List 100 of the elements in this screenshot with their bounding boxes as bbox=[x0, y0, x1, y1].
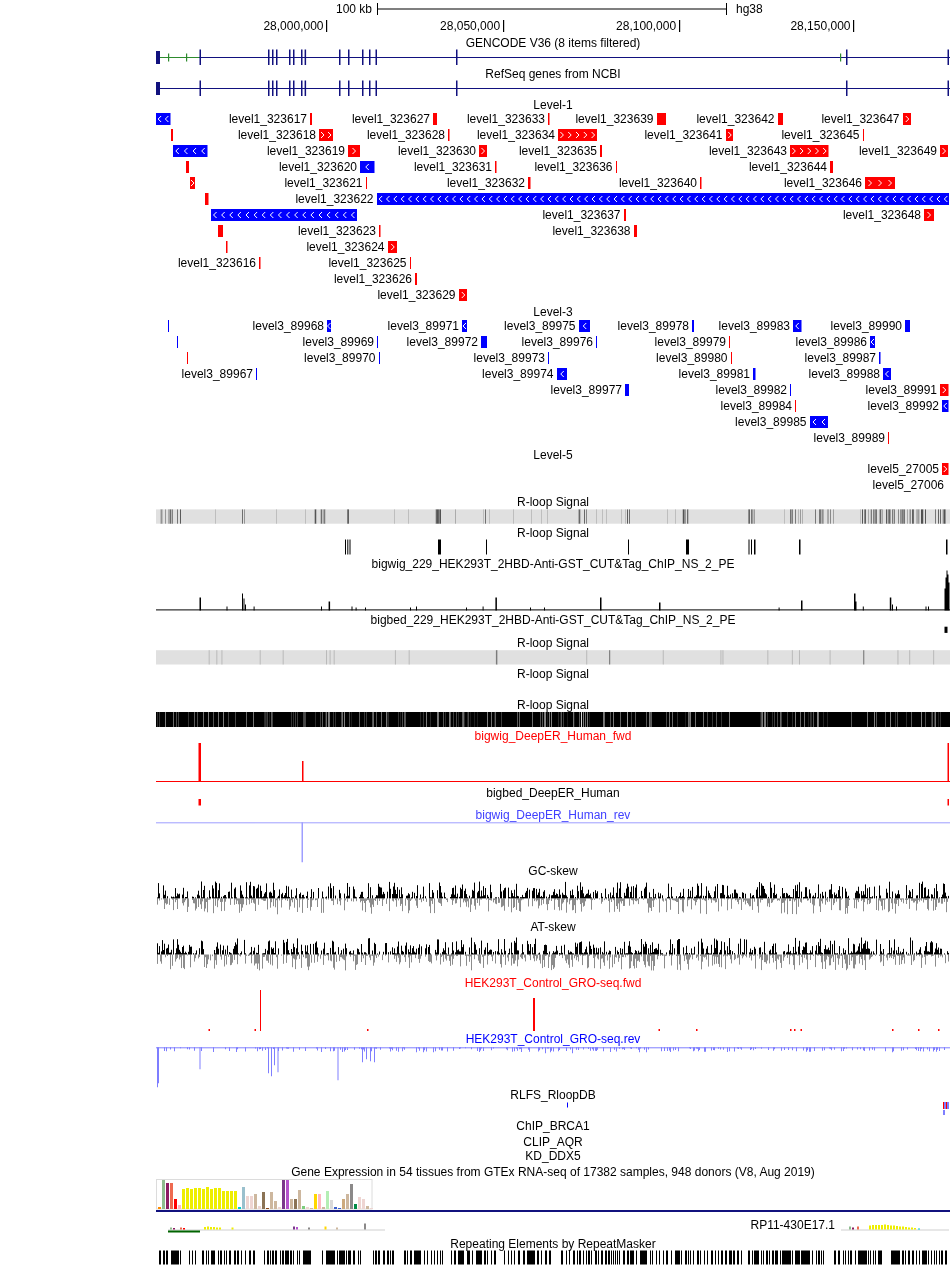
track-title: bigwig_DeepER_Human_fwd bbox=[474, 730, 632, 742]
track-title: bigwig_229_HEK293T_2HBD-Anti-GST_CUT&Tag_ChIP_NS_2_PE bbox=[371, 558, 735, 570]
ruler-tick-label: 28,000,000 bbox=[263, 19, 324, 32]
feature-mark bbox=[198, 799, 201, 806]
feature-label: level1_323639 bbox=[575, 111, 654, 127]
track-title: CLIP_AQR bbox=[523, 1136, 583, 1148]
feature-label: level1_323619 bbox=[266, 143, 345, 159]
feature-label: level3_89989 bbox=[813, 430, 885, 446]
feature-mark bbox=[567, 1102, 568, 1108]
track-title: HEK293T_Control_GRO-seq.fwd bbox=[464, 977, 642, 989]
gene-segment bbox=[168, 1230, 200, 1233]
ruler-tick bbox=[326, 19, 328, 32]
feature-label: level3_89976 bbox=[521, 334, 593, 350]
feature-label: level3_89988 bbox=[808, 366, 880, 382]
feature-label: level1_323630 bbox=[397, 143, 476, 159]
track-title: bigbed_DeepER_Human bbox=[486, 787, 620, 799]
feature-label: level3_89967 bbox=[181, 366, 253, 382]
feature-label: level3_89984 bbox=[720, 398, 792, 414]
feature-label: level1_323629 bbox=[377, 287, 456, 303]
track-title: KD_DDX5 bbox=[525, 1150, 581, 1162]
track-title: R-loop Signal bbox=[516, 637, 589, 649]
track-title: R-loop Signal bbox=[516, 699, 589, 711]
feature-label: level3_89981 bbox=[678, 366, 750, 382]
peak-mark bbox=[486, 539, 487, 555]
feature-label: level1_323631 bbox=[413, 159, 492, 175]
feature-label: level3_89971 bbox=[387, 318, 459, 334]
feature-label: level1_323648 bbox=[842, 207, 921, 223]
feature-label: level1_323625 bbox=[328, 255, 407, 271]
feature-label: level3_89982 bbox=[715, 382, 787, 398]
feature-mark bbox=[944, 626, 948, 633]
feature-label: level1_323637 bbox=[542, 207, 621, 223]
peak-mark bbox=[686, 539, 689, 555]
feature-label: level1_323644 bbox=[748, 159, 827, 175]
ruler-tick-label: 28,150,000 bbox=[790, 19, 851, 32]
track-title: RLFS_RloopDB bbox=[510, 1089, 596, 1101]
feature-label: level1_323618 bbox=[237, 127, 316, 143]
feature-label: level3_89991 bbox=[865, 382, 937, 398]
feature-label: level1_323633 bbox=[466, 111, 545, 127]
peak-mark bbox=[628, 539, 629, 555]
track-title: Gene Expression in 54 tissues from GTEx RNA-seq of 17382 samples, 948 donors (V8, Aug 2019) bbox=[291, 1166, 815, 1178]
feature-label: level1_323643 bbox=[708, 143, 787, 159]
feature-label: level1_323634 bbox=[476, 127, 555, 143]
feature-label: level1_323645 bbox=[781, 127, 860, 143]
feature-label: level3_89970 bbox=[304, 350, 376, 366]
track-title: Level-1 bbox=[533, 99, 573, 111]
track-title: R-loop Signal bbox=[516, 668, 589, 680]
peak-mark bbox=[946, 539, 948, 555]
track-title: ChIP_BRCA1 bbox=[516, 1120, 590, 1132]
feature-label: level3_89992 bbox=[867, 398, 939, 414]
track-title: R-loop Signal bbox=[516, 527, 589, 539]
ruler-tick-label: 28,100,000 bbox=[616, 19, 677, 32]
feature-label: level1_323647 bbox=[821, 111, 900, 127]
feature-label: level3_89986 bbox=[795, 334, 867, 350]
feature-label: level1_323622 bbox=[295, 191, 374, 207]
track-title: R-loop Signal bbox=[516, 496, 589, 508]
track-title: Level-5 bbox=[533, 449, 573, 461]
feature-label: level1_323640 bbox=[618, 175, 697, 191]
track-title: bigwig_DeepER_Human_rev bbox=[475, 809, 631, 821]
feature-label: level1_323649 bbox=[858, 143, 937, 159]
feature-label: level3_89972 bbox=[406, 334, 478, 350]
feature-label: level1_323617 bbox=[228, 111, 307, 127]
feature-label: level1_323626 bbox=[333, 271, 412, 287]
feature-label: level5_27006 bbox=[872, 477, 944, 493]
feature-label: level3_89990 bbox=[830, 318, 902, 334]
gene-label: RP11-430E17.1 bbox=[750, 1219, 835, 1231]
track-title: GC-skew bbox=[528, 865, 578, 877]
feature-label: level3_89980 bbox=[656, 350, 728, 366]
feature-label: level3_89973 bbox=[473, 350, 545, 366]
ruler-tick bbox=[503, 19, 505, 32]
feature-mark bbox=[947, 799, 949, 806]
feature-label: level3_89968 bbox=[252, 318, 324, 334]
feature-label: level1_323638 bbox=[552, 223, 631, 239]
track-title: RefSeq genes from NCBI bbox=[485, 68, 621, 80]
feature-label: level5_27005 bbox=[867, 461, 939, 477]
peak-mark bbox=[799, 539, 801, 555]
track-title: HEK293T_Control_GRO-seq.rev bbox=[465, 1033, 641, 1045]
track-title: Repeating Elements by RepeatMasker bbox=[450, 1238, 656, 1250]
feature-label: level3_89975 bbox=[504, 318, 576, 334]
feature-label: level1_323632 bbox=[446, 175, 525, 191]
assembly-label: hg38 bbox=[736, 3, 763, 15]
feature-label: level3_89987 bbox=[804, 350, 876, 366]
feature-label: level3_89985 bbox=[735, 414, 807, 430]
feature-label: level1_323646 bbox=[783, 175, 862, 191]
feature-label: level3_89978 bbox=[617, 318, 689, 334]
track-title: AT-skew bbox=[530, 921, 576, 933]
scale-label: 100 kb bbox=[335, 3, 372, 15]
feature-label: level3_89969 bbox=[302, 334, 374, 350]
feature-label: level1_323616 bbox=[177, 255, 256, 271]
ruler-tick bbox=[853, 19, 855, 32]
feature-label: level1_323627 bbox=[351, 111, 430, 127]
ruler-tick-label: 28,050,000 bbox=[440, 19, 501, 32]
feature-label: level1_323623 bbox=[297, 223, 376, 239]
peak-mark bbox=[754, 539, 756, 555]
track-title: Level-3 bbox=[533, 306, 573, 318]
feature-label: level3_89979 bbox=[654, 334, 726, 350]
feature-label: level1_323624 bbox=[306, 239, 385, 255]
feature-label: level3_89983 bbox=[718, 318, 790, 334]
peak-mark bbox=[438, 539, 441, 555]
feature-label: level1_323641 bbox=[644, 127, 723, 143]
feature-label: level1_323620 bbox=[278, 159, 357, 175]
